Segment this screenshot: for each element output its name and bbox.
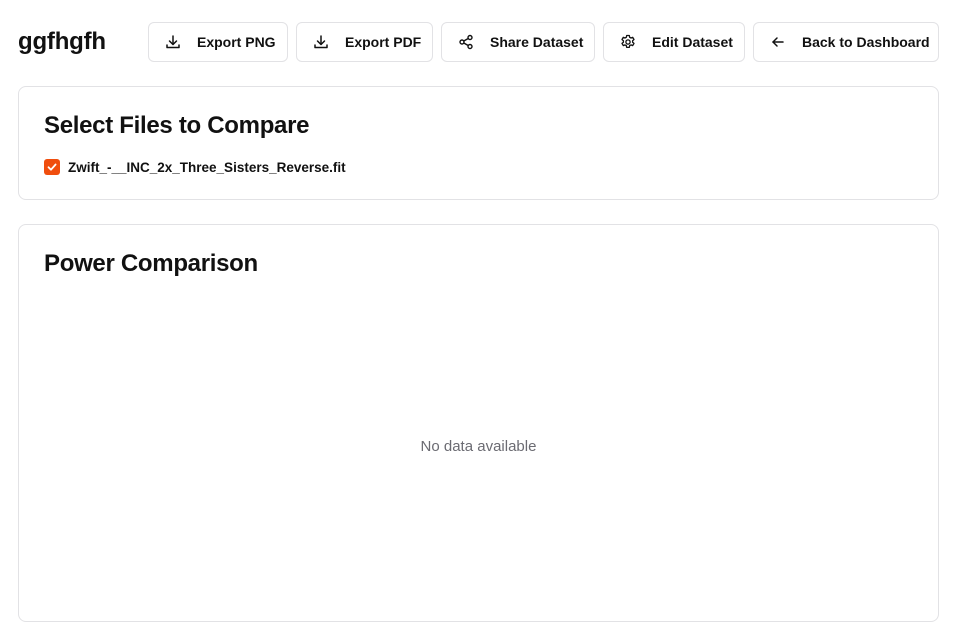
page: ggfhgfh Export PNG Export PDF Share Data… [0,0,960,631]
export-pdf-label: Export PDF [345,34,422,50]
file-checkbox[interactable] [44,159,60,175]
share-dataset-button[interactable]: Share Dataset [441,22,595,62]
power-comparison-card: Power Comparison No data available [18,224,939,622]
file-name-label[interactable]: Zwift_-__INC_2x_Three_Sisters_Reverse.fi… [68,160,346,175]
export-pdf-button[interactable]: Export PDF [296,22,433,62]
power-comparison-title: Power Comparison [44,250,258,277]
back-to-dashboard-label: Back to Dashboard [802,34,930,50]
select-files-card: Select Files to Compare Zwift_-__INC_2x_… [18,86,939,200]
check-icon [47,163,57,171]
arrow-left-icon [770,34,786,50]
header: ggfhgfh Export PNG Export PDF Share Data… [0,0,960,86]
gear-icon [620,34,636,50]
toolbar: Export PNG Export PDF Share Dataset Edit… [148,22,939,62]
export-png-button[interactable]: Export PNG [148,22,288,62]
share-dataset-label: Share Dataset [490,34,584,50]
empty-state-message: No data available [420,438,537,455]
export-png-label: Export PNG [197,34,276,50]
download-icon [313,34,329,50]
select-files-title: Select Files to Compare [44,112,310,139]
back-to-dashboard-button[interactable]: Back to Dashboard [753,22,939,62]
edit-dataset-label: Edit Dataset [652,34,733,50]
edit-dataset-button[interactable]: Edit Dataset [603,22,745,62]
dataset-title: ggfhgfh [18,28,106,55]
download-icon [165,34,181,50]
share-icon [458,34,474,50]
file-option[interactable]: Zwift_-__INC_2x_Three_Sisters_Reverse.fi… [44,159,346,175]
